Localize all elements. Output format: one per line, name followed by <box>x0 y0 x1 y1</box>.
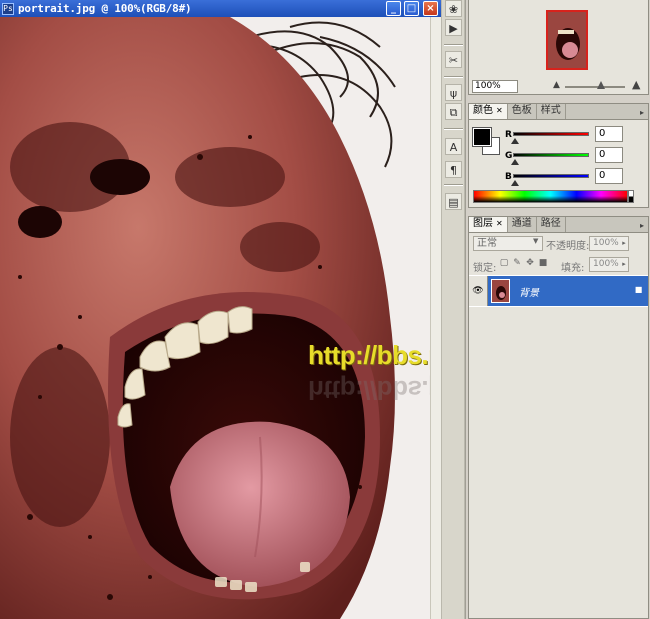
lock-icon: ■ <box>634 285 643 294</box>
document-title: portrait.jpg @ 100%(RGB/8#) <box>18 2 192 15</box>
zoom-slider-thumb[interactable] <box>597 81 605 89</box>
channel-r-marker[interactable] <box>511 138 519 144</box>
zoom-out-icon[interactable]: ▲ <box>553 80 560 90</box>
channel-r-input[interactable]: 0 <box>595 126 623 142</box>
panel-menu-icon[interactable]: ▸ <box>636 107 648 119</box>
layer-row[interactable]: 👁 背景 ■ <box>469 275 648 307</box>
brush-preset-icon[interactable]: ψ <box>445 84 462 101</box>
maximize-button[interactable]: □ <box>404 1 419 16</box>
lock-label: 锁定: <box>473 263 497 274</box>
play-icon[interactable]: ▶ <box>445 19 462 36</box>
channel-r-slider[interactable] <box>513 132 589 136</box>
channel-g-input[interactable]: 0 <box>595 147 623 163</box>
minimize-button[interactable]: _ <box>386 1 401 16</box>
scissors-icon[interactable]: ✂ <box>445 51 462 68</box>
fill-label: 填充: <box>561 263 585 274</box>
image-canvas[interactable]: http://bbs.psfeng.cn/ http://bbs.psfeng.… <box>0 17 430 619</box>
tab-color-label: 颜色 <box>473 105 493 116</box>
layer-preview-image <box>492 280 509 302</box>
navigator-preview-image <box>548 12 586 68</box>
color-panel: 颜色 ✕ 色板 样式 ▸ R 0 G 0 B 0 <box>468 103 649 208</box>
navigator-panel: 100% ▲ ▲ <box>468 0 649 95</box>
tool-divider <box>444 128 463 130</box>
panel-dock: 100% ▲ ▲ 颜色 ✕ 色板 样式 ▸ R 0 G 0 B 0 图层 ✕ 通… <box>465 0 650 619</box>
watermark-reflection: http://bbs.psfeng.cn/ <box>308 375 430 405</box>
character-icon[interactable]: A <box>445 138 462 155</box>
paragraph-icon[interactable]: ¶ <box>445 161 462 178</box>
navigator-thumbnail[interactable] <box>546 10 588 70</box>
tool-divider <box>444 76 463 78</box>
layer-name: 背景 <box>519 288 539 299</box>
clone-source-icon[interactable]: ⧉ <box>445 103 462 120</box>
navigator-zoom-field[interactable]: 100% <box>472 80 518 93</box>
lock-all-icon[interactable]: ■ <box>538 258 548 269</box>
photoshop-document-icon: Ps <box>2 2 14 15</box>
tab-styles[interactable]: 样式 <box>537 104 566 119</box>
eye-icon[interactable]: 👁 <box>469 276 488 306</box>
lock-transparency-icon[interactable]: ▢ <box>499 258 509 269</box>
zoom-in-icon[interactable]: ▲ <box>632 78 640 91</box>
panel-menu-icon[interactable]: ▸ <box>636 220 648 232</box>
tool-divider <box>444 184 463 186</box>
portrait-image <box>0 17 430 619</box>
color-spectrum-ramp[interactable] <box>473 190 628 203</box>
close-button[interactable]: × <box>423 1 438 16</box>
foreground-color-swatch[interactable] <box>472 127 492 147</box>
palette-well: ❀ ▶ ✂ ψ ⧉ A ¶ ▤ <box>441 0 465 619</box>
chevron-right-icon[interactable]: ▸ <box>619 237 629 250</box>
tab-color[interactable]: 颜色 ✕ <box>469 104 508 119</box>
layers-panel: 图层 ✕ 通道 路径 ▸ 正常 ▼ 不透明度: 100% ▸ 锁定: ▢ ✎ ✥ … <box>468 216 649 619</box>
layers-panel-tabs: 图层 ✕ 通道 路径 ▸ <box>469 217 648 233</box>
close-icon[interactable]: ✕ <box>496 219 503 228</box>
layer-thumbnail <box>491 279 510 303</box>
lock-pixels-icon[interactable]: ✎ <box>512 258 522 269</box>
tab-channels[interactable]: 通道 <box>508 217 537 232</box>
lock-position-icon[interactable]: ✥ <box>525 258 535 269</box>
document-titlebar[interactable]: Ps portrait.jpg @ 100%(RGB/8#) <box>0 0 441 17</box>
document-window: Ps portrait.jpg @ 100%(RGB/8#) _ □ × htt… <box>0 0 441 619</box>
layer-comps-icon[interactable]: ❀ <box>445 0 462 17</box>
tab-layers-label: 图层 <box>473 218 493 229</box>
channel-g-slider[interactable] <box>513 153 589 157</box>
channel-b-slider[interactable] <box>513 174 589 178</box>
close-icon[interactable]: ✕ <box>496 106 503 115</box>
black-white-ramp[interactable] <box>628 190 634 203</box>
chevron-down-icon[interactable]: ▼ <box>533 237 538 245</box>
channel-g-marker[interactable] <box>511 159 519 165</box>
channel-b-input[interactable]: 0 <box>595 168 623 184</box>
channel-b-marker[interactable] <box>511 180 519 186</box>
histogram-icon[interactable]: ▤ <box>445 193 462 210</box>
color-panel-tabs: 颜色 ✕ 色板 样式 ▸ <box>469 104 648 120</box>
opacity-label: 不透明度: <box>546 241 590 252</box>
tab-swatches[interactable]: 色板 <box>508 104 537 119</box>
tab-paths[interactable]: 路径 <box>537 217 566 232</box>
zoom-slider[interactable] <box>565 86 625 88</box>
watermark-text: http://bbs.psfeng.cn/ <box>308 340 430 370</box>
tab-layers[interactable]: 图层 ✕ <box>469 217 508 232</box>
tool-divider <box>444 44 463 46</box>
vertical-scrollbar[interactable] <box>430 17 441 619</box>
chevron-right-icon[interactable]: ▸ <box>619 258 629 271</box>
